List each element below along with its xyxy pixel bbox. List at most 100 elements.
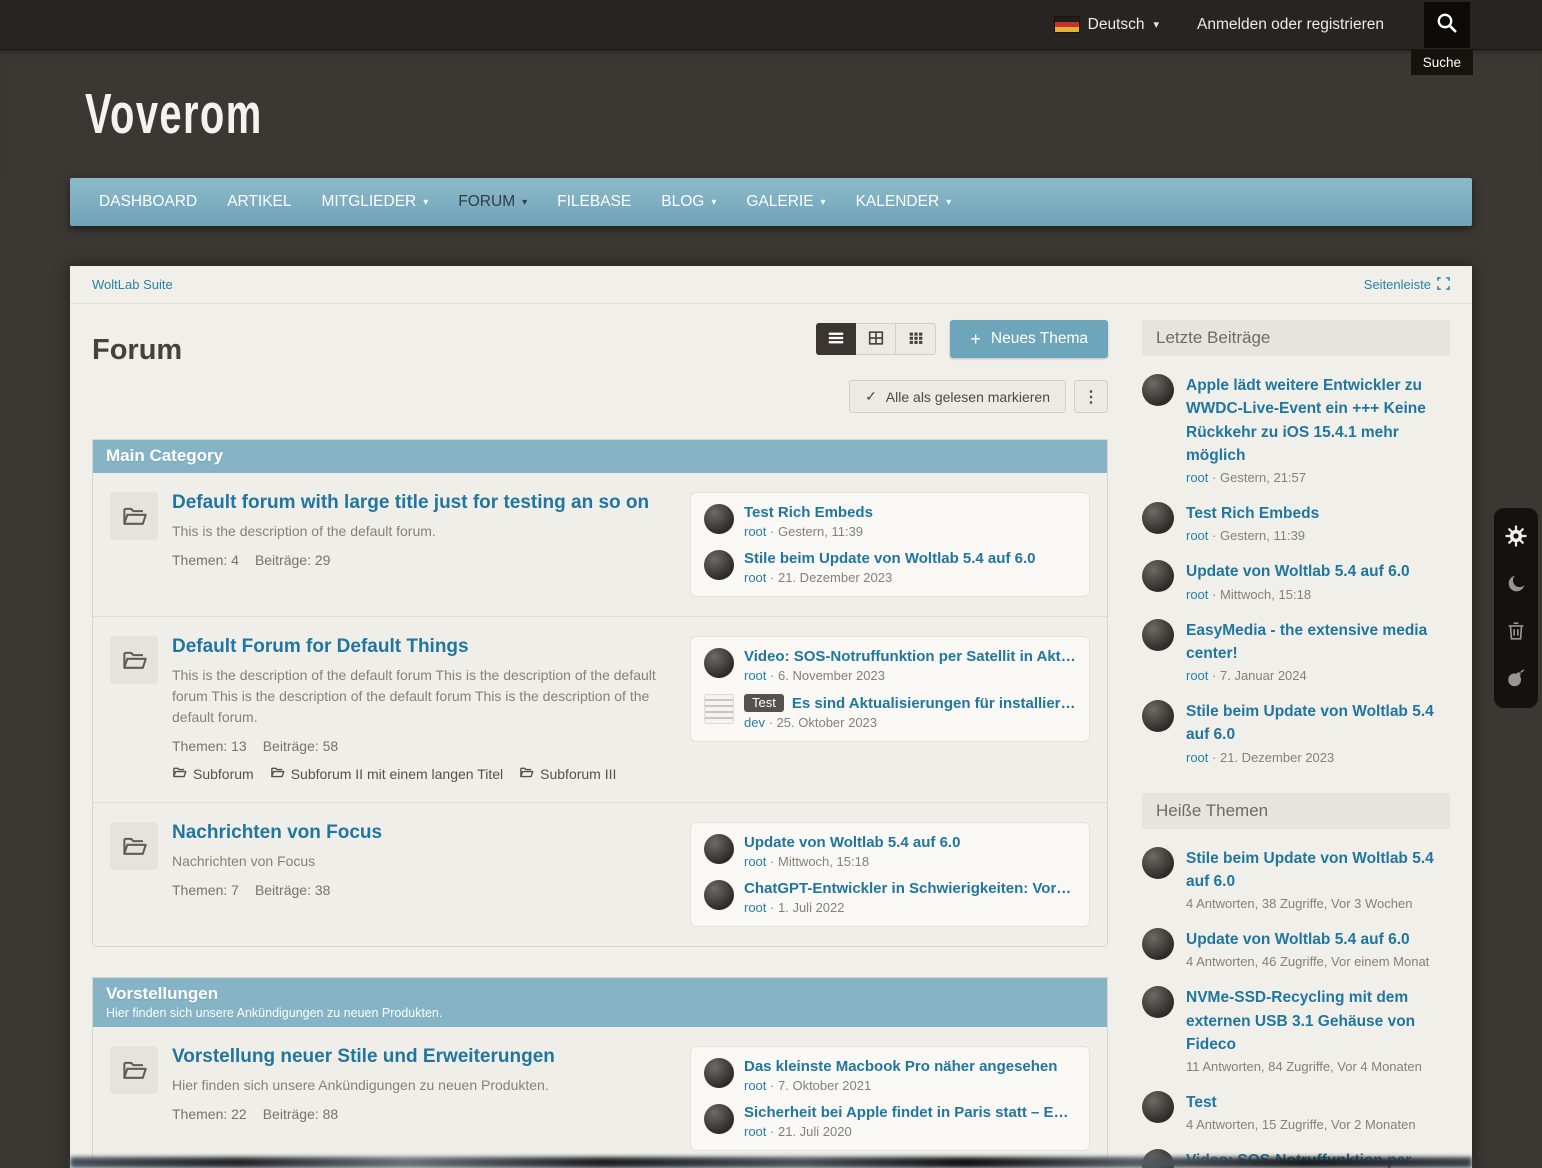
author-link[interactable]: root (1186, 750, 1208, 765)
avatar[interactable] (1142, 847, 1174, 879)
hot-topic-link[interactable]: Update von Woltlab 5.4 auf 6.0 (1186, 928, 1450, 951)
check-icon: ✓ (865, 388, 877, 405)
language-selector[interactable]: Deutsch ▾ (1055, 16, 1159, 34)
nav-item-kalender[interactable]: KALENDER▾ (841, 178, 967, 226)
meta-separator: · (770, 668, 774, 683)
post-link[interactable]: Update von Woltlab 5.4 auf 6.0 (744, 834, 960, 851)
post-date: 21. Dezember 2023 (778, 570, 892, 585)
avatar[interactable] (704, 1104, 734, 1134)
hot-topic-link[interactable]: Test (1186, 1091, 1450, 1114)
avatar[interactable] (1142, 986, 1174, 1018)
view-list-button[interactable] (816, 323, 856, 355)
chevron-down-icon: ▾ (522, 197, 527, 208)
author-link[interactable]: dev (744, 715, 765, 730)
author-link[interactable]: root (744, 900, 766, 915)
hot-topic-link[interactable]: Stile beim Update von Woltlab 5.4 auf 6.… (1186, 847, 1450, 894)
nav-item-artikel[interactable]: ARTIKEL (212, 178, 306, 226)
post-link[interactable]: Stile beim Update von Woltlab 5.4 auf 6.… (744, 550, 1035, 567)
post-link[interactable]: Test Rich Embeds (744, 504, 873, 521)
login-register-link[interactable]: Anmelden oder registrieren (1197, 16, 1384, 34)
meta-separator: · (770, 900, 774, 915)
author-link[interactable]: root (744, 854, 766, 869)
recent-post-link[interactable]: EasyMedia - the extensive media center! (1186, 619, 1450, 666)
post-date: Mittwoch, 15:18 (778, 854, 869, 869)
recent-post-link[interactable]: Update von Woltlab 5.4 auf 6.0 (1186, 560, 1450, 583)
nav-item-forum[interactable]: FORUM▾ (443, 178, 542, 226)
dark-mode-button[interactable] (1505, 573, 1527, 598)
recent-post-link[interactable]: Test Rich Embeds (1186, 502, 1450, 525)
post-link[interactable]: Video: SOS-Notruffunktion per Satellit i… (744, 648, 1076, 665)
avatar[interactable] (704, 880, 734, 910)
author-link[interactable]: root (744, 524, 766, 539)
hot-topic-link[interactable]: NVMe-SSD-Recycling mit dem externen USB … (1186, 986, 1450, 1056)
forum-link[interactable]: Default forum with large title just for … (172, 492, 649, 514)
breadcrumb-woltlab-suite[interactable]: WoltLab Suite (92, 277, 173, 292)
latest-posts-card: Das kleinste Macbook Pro näher angesehen… (690, 1046, 1090, 1151)
subforum-link[interactable]: Subforum III (519, 765, 616, 783)
latest-post: ChatGPT-Entwickler in Schwierigkeiten: V… (704, 880, 1076, 915)
site-logo[interactable]: Voverom (85, 81, 263, 147)
forum-link[interactable]: Default Forum for Default Things (172, 636, 469, 658)
plus-icon: + (970, 329, 981, 350)
avatar[interactable] (704, 550, 734, 580)
nav-item-dashboard[interactable]: DASHBOARD (84, 178, 212, 226)
avatar[interactable] (1142, 560, 1174, 592)
clear-cache-button[interactable] (1505, 620, 1527, 645)
beitraege-count: Beiträge: 58 (263, 738, 339, 754)
post-link[interactable]: Sicherheit bei Apple findet in Paris sta… (744, 1104, 1076, 1121)
more-options-button[interactable]: ⋮ (1074, 380, 1108, 413)
avatar[interactable] (704, 1058, 734, 1088)
mark-all-read-label: Alle als gelesen markieren (886, 389, 1050, 405)
forum-link[interactable]: Nachrichten von Focus (172, 822, 382, 844)
avatar[interactable] (1142, 619, 1174, 651)
view-grid-button[interactable] (856, 323, 896, 355)
category-header[interactable]: Vorstellungen Hier finden sich unsere An… (93, 978, 1107, 1027)
author-link[interactable]: root (1186, 528, 1208, 543)
avatar[interactable] (1142, 502, 1174, 534)
avatar[interactable] (704, 834, 734, 864)
mark-all-read-button[interactable]: ✓ Alle als gelesen markieren (849, 380, 1066, 413)
sidebar-toggle[interactable]: Seitenleiste (1364, 277, 1450, 293)
view-compact-grid-button[interactable] (896, 323, 936, 355)
grid-view-icon (867, 329, 885, 350)
search-button[interactable] (1424, 2, 1470, 48)
debug-button[interactable] (1505, 667, 1527, 692)
subforum-link[interactable]: Subforum (172, 765, 254, 783)
folder-icon (110, 1046, 158, 1094)
avatar[interactable] (1142, 1091, 1174, 1123)
post-link[interactable]: Das kleinste Macbook Pro näher angesehen (744, 1058, 1057, 1075)
recent-post-link[interactable]: Stile beim Update von Woltlab 5.4 auf 6.… (1186, 700, 1450, 747)
author-link[interactable]: root (744, 668, 766, 683)
recent-post-link[interactable]: Apple lädt weitere Entwickler zu WWDC-Li… (1186, 374, 1450, 467)
author-link[interactable]: root (744, 570, 766, 585)
author-link[interactable]: root (744, 1078, 766, 1093)
nav-item-mitglieder[interactable]: MITGLIEDER▾ (307, 178, 444, 226)
avatar[interactable] (1142, 928, 1174, 960)
post-date: 7. Januar 2024 (1220, 668, 1307, 683)
avatar[interactable] (704, 504, 734, 534)
post-link[interactable]: ChatGPT-Entwickler in Schwierigkeiten: V… (744, 880, 1076, 897)
author-link[interactable]: root (1186, 668, 1208, 683)
nav-item-blog[interactable]: BLOG▾ (646, 178, 731, 226)
author-link[interactable]: root (1186, 587, 1208, 602)
latest-posts-card: Video: SOS-Notruffunktion per Satellit i… (690, 636, 1090, 742)
nav-item-filebase[interactable]: FILEBASE (542, 178, 646, 226)
hot-topic-meta: 4 Antworten, 15 Zugriffe, Vor 2 Monaten (1186, 1117, 1450, 1132)
forum-link[interactable]: Vorstellung neuer Stile und Erweiterunge… (172, 1046, 555, 1068)
author-link[interactable]: root (744, 1124, 766, 1139)
category-header[interactable]: Main Category (93, 440, 1107, 473)
new-topic-button[interactable]: + Neues Thema (950, 320, 1108, 358)
author-link[interactable]: root (1186, 470, 1208, 485)
forum-row: Vorstellung neuer Stile und Erweiterunge… (93, 1027, 1107, 1168)
post-link[interactable]: Es sind Aktualisierungen für installiert… (792, 695, 1076, 712)
avatar[interactable] (704, 648, 734, 678)
avatar[interactable] (704, 694, 734, 724)
nav-label: FILEBASE (557, 193, 631, 211)
avatar[interactable] (1142, 700, 1174, 732)
themen-count: Themen: 22 (172, 1106, 247, 1122)
nav-item-galerie[interactable]: GALERIE▾ (731, 178, 840, 226)
avatar[interactable] (1142, 374, 1174, 406)
search-tooltip: Suche (1411, 50, 1473, 75)
settings-button[interactable] (1504, 524, 1528, 551)
subforum-link[interactable]: Subforum II mit einem langen Titel (270, 765, 503, 783)
